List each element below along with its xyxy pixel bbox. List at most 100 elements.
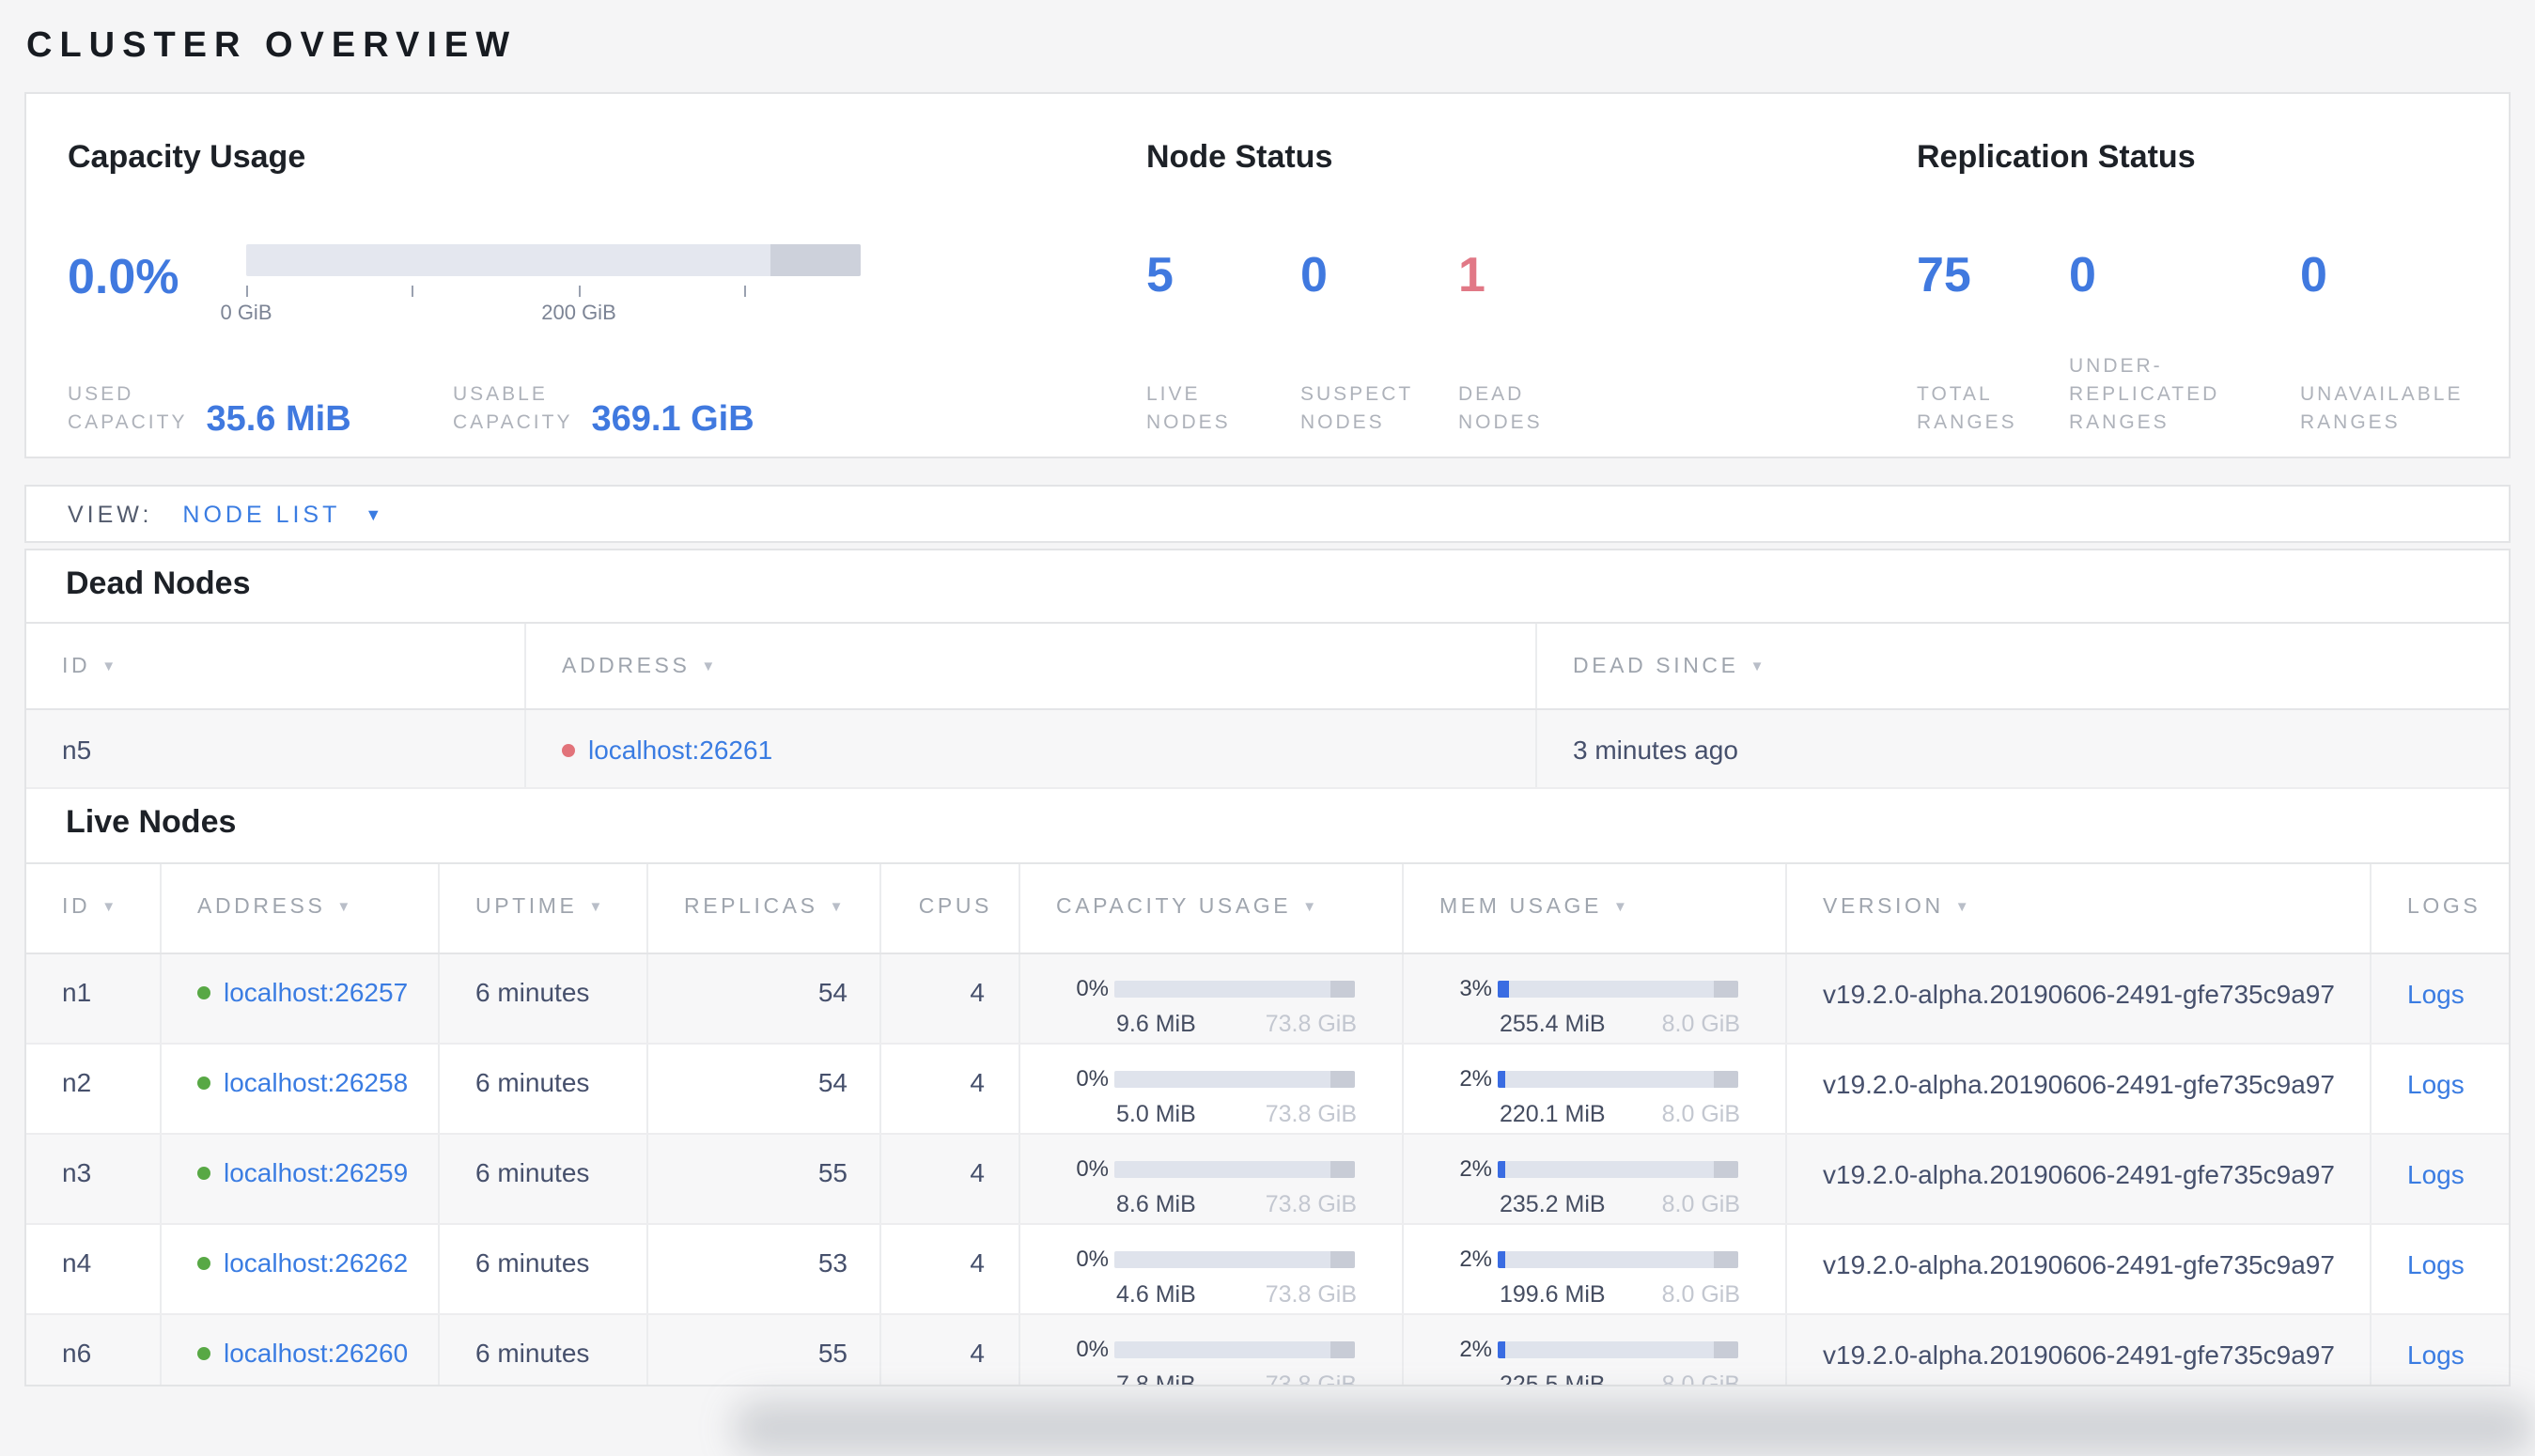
capacity-bar-reserved-segment: [770, 244, 861, 276]
usage-bar-line: 3%: [1439, 975, 1785, 1001]
column-header-cpus: CPUS: [881, 864, 1020, 953]
table-row: n3 localhost:26259 6 minutes 55 4 0% 8.6 MiB 73…: [26, 1135, 2509, 1225]
logs-link[interactable]: Logs: [2407, 1069, 2465, 1099]
capacity-usage-cell: 0% 4.6 MiB 73.8 GiB: [1020, 1225, 1404, 1313]
usage-bar-end-segment: [1714, 1160, 1738, 1177]
node-status-heading: Node Status: [1146, 139, 1333, 175]
column-header-replicas[interactable]: REPLICAS ▼: [648, 864, 881, 953]
usage-percent: 0%: [1076, 1336, 1109, 1362]
usage-used-value: 5.0 MiB: [1116, 1101, 1196, 1127]
page-title: CLUSTER OVERVIEW: [26, 26, 518, 66]
sort-arrow-icon: ▼: [588, 898, 606, 915]
nodes-card: Dead Nodes ID ▼ ADDRESS ▼ DEAD SINCE ▼ n5 local…: [24, 549, 2511, 1386]
column-header-logs: LOGS: [2407, 896, 2481, 919]
view-label: VIEW:: [68, 501, 153, 527]
view-dropdown[interactable]: NODE LIST ▼: [182, 501, 385, 527]
live-status-dot-icon: [197, 1166, 210, 1179]
stat-number: 0: [2069, 246, 2096, 302]
usage-bar-end-segment: [1714, 1340, 1738, 1357]
node-address-link[interactable]: localhost:26262: [224, 1247, 408, 1278]
cpus-cell num-cell: 4: [881, 1045, 1020, 1133]
node-address-cell: localhost:26258: [162, 1045, 440, 1133]
live-status-dot-icon: [197, 1256, 210, 1269]
node-address: localhost:26258: [197, 1067, 438, 1097]
logs-cell: Logs: [2372, 954, 2509, 1043]
bottom-shadow: [733, 1400, 2535, 1456]
version-cell: v19.2.0-alpha.20190606-2491-gfe735c9a97: [1787, 954, 2372, 1043]
usage-bar: [1498, 1340, 1738, 1357]
stat-number: 5: [1146, 246, 1174, 302]
node-address-cell: localhost:26261: [526, 710, 1537, 787]
usage-percent: 2%: [1459, 1065, 1492, 1092]
logs-cell: Logs: [2372, 1135, 2509, 1223]
table-header-row: ID ▼ ADDRESS ▼ UPTIME ▼ REPLICAS ▼ CPUS CAPACITY …: [26, 862, 2509, 954]
stat-label: USED CAPACITY: [68, 383, 188, 434]
column-header-version[interactable]: VERSION ▼: [1787, 864, 2372, 953]
usage-total-value: 73.8 GiB: [1265, 1281, 1357, 1308]
axis-tick: [579, 286, 581, 297]
logs-link[interactable]: Logs: [2407, 979, 2465, 1009]
column-header-address[interactable]: ADDRESS ▼: [526, 624, 1537, 708]
node-address: localhost:26259: [197, 1157, 438, 1187]
usage-total-value: 73.8 GiB: [1265, 1011, 1357, 1037]
replicas-cell num-cell: 55: [648, 1135, 881, 1223]
column-header-mem-usage[interactable]: MEM USAGE ▼: [1404, 864, 1787, 953]
usage-bar-end-segment: [1330, 1160, 1355, 1177]
uptime-cell: 6 minutes: [440, 954, 648, 1043]
logs-link[interactable]: Logs: [2407, 1249, 2465, 1279]
usage-bar: [1114, 980, 1355, 997]
summary-stat: 0 UNAVAILABLE RANGES: [2300, 250, 2463, 438]
node-address-link[interactable]: localhost:26257: [224, 977, 408, 1007]
node-address-cell: localhost:26257: [162, 954, 440, 1043]
stat-number: 0: [1300, 246, 1328, 302]
mem-usage-cell: 3% 255.4 MiB 8.0 GiB: [1404, 954, 1787, 1043]
node-address-link[interactable]: localhost:26261: [588, 735, 772, 765]
stat-label: LIVE NODES: [1146, 383, 1231, 434]
usage-bar-line: 2%: [1439, 1065, 1785, 1092]
usage-total-value: 8.0 GiB: [1661, 1191, 1740, 1217]
usage-total-value: 73.8 GiB: [1265, 1191, 1357, 1217]
node-address: localhost:26261: [562, 735, 1535, 765]
usage-bar-line: 2%: [1439, 1155, 1785, 1182]
summary-stat: 0 UNDER- REPLICATED RANGES: [2069, 250, 2219, 438]
node-address-link[interactable]: localhost:26258: [224, 1067, 408, 1097]
cpus-cell num-cell: 4: [881, 1315, 1020, 1385]
usage-percent: 0%: [1076, 1065, 1109, 1092]
node-address-link[interactable]: localhost:26260: [224, 1338, 408, 1368]
node-id-cell: n6: [26, 1315, 162, 1385]
node-address-link[interactable]: localhost:26259: [224, 1157, 408, 1187]
usage-bar-end-segment: [1714, 1070, 1738, 1087]
node-id-cell: n2: [26, 1045, 162, 1133]
usage-bar-fill: [1498, 1070, 1505, 1087]
usage-bar: [1114, 1160, 1355, 1177]
usage-bar: [1114, 1250, 1355, 1267]
sort-arrow-icon: ▼: [1613, 898, 1631, 915]
column-header-id[interactable]: ID ▼: [26, 624, 526, 708]
version-cell: v19.2.0-alpha.20190606-2491-gfe735c9a97: [1787, 1045, 2372, 1133]
column-header-uptime[interactable]: UPTIME ▼: [440, 864, 648, 953]
usage-used-value: 255.4 MiB: [1500, 1011, 1606, 1037]
usage-bar: [1114, 1340, 1355, 1357]
usage-total-value: 73.8 GiB: [1265, 1371, 1357, 1386]
logs-link[interactable]: Logs: [2407, 1159, 2465, 1189]
table-header-row: ID ▼ ADDRESS ▼ DEAD SINCE ▼: [26, 622, 2509, 710]
stat-label: TOTAL RANGES: [1917, 383, 2017, 434]
stat-number: 0: [2300, 246, 2327, 302]
usage-values-line: 199.6 MiB 8.0 GiB: [1500, 1281, 1740, 1308]
column-header-dead-since[interactable]: DEAD SINCE ▼: [1537, 624, 2509, 708]
view-selector-bar: VIEW: NODE LIST ▼: [24, 485, 2511, 543]
usage-bar-end-segment: [1330, 980, 1355, 997]
usage-bar: [1498, 1160, 1738, 1177]
column-header-address[interactable]: ADDRESS ▼: [162, 864, 440, 953]
usage-used-value: 225.5 MiB: [1500, 1371, 1606, 1386]
column-header-id[interactable]: ID ▼: [26, 864, 162, 953]
capacity-stat: USED CAPACITY 35.6 MiB: [68, 381, 351, 438]
usage-percent: 0%: [1076, 1246, 1109, 1272]
logs-link[interactable]: Logs: [2407, 1340, 2465, 1370]
usage-bar-end-segment: [1330, 1340, 1355, 1357]
dead-nodes-heading: Dead Nodes: [66, 565, 251, 601]
node-id-cell: n3: [26, 1135, 162, 1223]
mem-usage-cell: 2% 199.6 MiB 8.0 GiB: [1404, 1225, 1787, 1313]
column-header-capacity-usage[interactable]: CAPACITY USAGE ▼: [1020, 864, 1404, 953]
live-status-dot-icon: [197, 1346, 210, 1359]
